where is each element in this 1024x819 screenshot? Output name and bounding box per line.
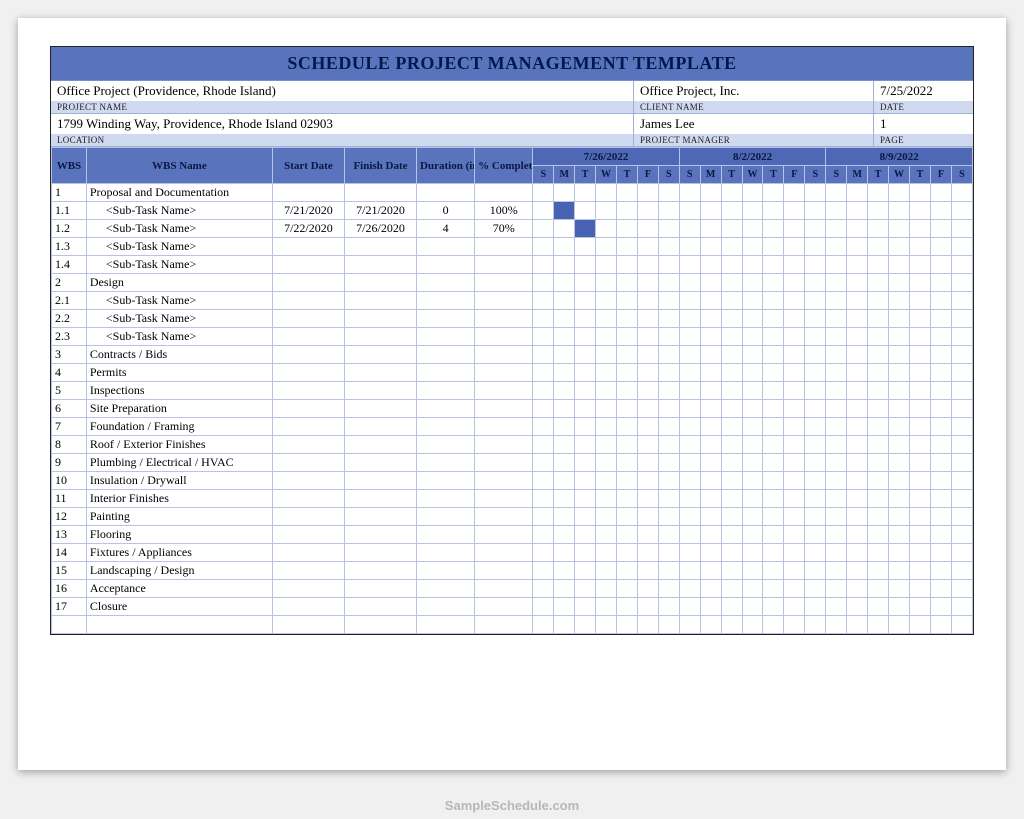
col-day: S	[658, 166, 679, 184]
client-name-value: Office Project, Inc.	[634, 81, 873, 101]
col-day: T	[575, 166, 596, 184]
table-row: 2.2<Sub-Task Name>	[52, 310, 973, 328]
table-row: 9Plumbing / Electrical / HVAC	[52, 454, 973, 472]
col-percent-completed: % Completed	[475, 148, 533, 184]
col-day: F	[784, 166, 805, 184]
table-row: 7Foundation / Framing	[52, 418, 973, 436]
col-day: M	[700, 166, 721, 184]
col-day: T	[763, 166, 784, 184]
table-row	[52, 616, 973, 634]
col-day: F	[637, 166, 658, 184]
schedule-table: WBSWBS NameStart DateFinish DateDuration…	[51, 147, 973, 634]
table-row: 6Site Preparation	[52, 400, 973, 418]
col-day: T	[909, 166, 930, 184]
col-finish-date: Finish Date	[344, 148, 416, 184]
project-name-value: Office Project (Providence, Rhode Island…	[51, 81, 633, 101]
col-week-0: 7/26/2022	[533, 148, 679, 166]
table-row: 1Proposal and Documentation	[52, 184, 973, 202]
col-day: M	[554, 166, 575, 184]
table-row: 12Painting	[52, 508, 973, 526]
table-row: 5Inspections	[52, 382, 973, 400]
col-day: S	[826, 166, 847, 184]
table-row: 1.1<Sub-Task Name>7/21/20207/21/20200100…	[52, 202, 973, 220]
table-row: 1.4<Sub-Task Name>	[52, 256, 973, 274]
client-name-label: CLIENT NAME	[634, 101, 873, 113]
table-row: 1.2<Sub-Task Name>7/22/20207/26/2020470%	[52, 220, 973, 238]
meta-block: Office Project (Providence, Rhode Island…	[51, 81, 973, 147]
col-week-1: 8/2/2022	[679, 148, 826, 166]
table-row: 13Flooring	[52, 526, 973, 544]
table-row: 8Roof / Exterior Finishes	[52, 436, 973, 454]
col-day: W	[889, 166, 910, 184]
date-label: DATE	[874, 101, 973, 113]
col-day: S	[679, 166, 700, 184]
col-day: T	[721, 166, 742, 184]
col-duration: Duration (in Day)	[417, 148, 475, 184]
col-day: M	[847, 166, 868, 184]
watermark: SampleSchedule.com	[0, 798, 1024, 813]
project-name-label: PROJECT NAME	[51, 101, 633, 113]
page-label: PAGE	[874, 134, 973, 146]
table-row: 4Permits	[52, 364, 973, 382]
col-day: W	[596, 166, 617, 184]
col-day: S	[533, 166, 554, 184]
table-row: 16Acceptance	[52, 580, 973, 598]
location-label: LOCATION	[51, 134, 633, 146]
table-row: 10Insulation / Drywall	[52, 472, 973, 490]
page-title: SCHEDULE PROJECT MANAGEMENT TEMPLATE	[51, 47, 973, 81]
col-day: T	[616, 166, 637, 184]
col-day: S	[951, 166, 972, 184]
project-manager-label: PROJECT MANAGER	[634, 134, 873, 146]
col-day: F	[930, 166, 951, 184]
col-day: S	[805, 166, 826, 184]
table-row: 17Closure	[52, 598, 973, 616]
location-value: 1799 Winding Way, Providence, Rhode Isla…	[51, 114, 633, 134]
col-week-2: 8/9/2022	[826, 148, 973, 166]
table-row: 15Landscaping / Design	[52, 562, 973, 580]
table-row: 2.3<Sub-Task Name>	[52, 328, 973, 346]
date-value: 7/25/2022	[874, 81, 973, 101]
table-row: 14Fixtures / Appliances	[52, 544, 973, 562]
table-row: 3Contracts / Bids	[52, 346, 973, 364]
col-day: W	[742, 166, 763, 184]
col-start-date: Start Date	[272, 148, 344, 184]
page-value: 1	[874, 114, 973, 134]
project-manager-value: James Lee	[634, 114, 873, 134]
table-row: 2Design	[52, 274, 973, 292]
table-row: 2.1<Sub-Task Name>	[52, 292, 973, 310]
document-page: SCHEDULE PROJECT MANAGEMENT TEMPLATE Off…	[18, 18, 1006, 770]
col-wbs: WBS	[52, 148, 87, 184]
col-wbs-name: WBS Name	[86, 148, 272, 184]
table-row: 11Interior Finishes	[52, 490, 973, 508]
table-row: 1.3<Sub-Task Name>	[52, 238, 973, 256]
col-day: T	[868, 166, 889, 184]
